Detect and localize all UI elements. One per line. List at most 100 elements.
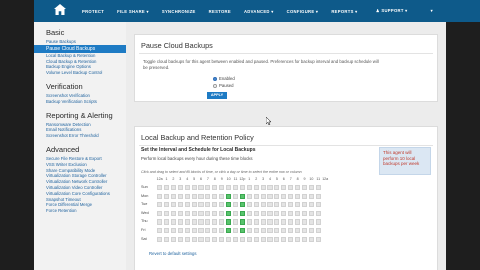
schedule-cell[interactable] [315,219,321,225]
schedule-cell[interactable] [198,236,204,242]
schedule-cell[interactable] [191,236,197,242]
radio-enabled-indicator[interactable] [213,76,217,81]
schedule-cell[interactable] [157,210,163,216]
schedule-cell[interactable] [267,193,273,199]
day-label[interactable]: Mon [141,194,157,198]
day-label[interactable]: Sat [141,237,157,241]
schedule-cell[interactable] [205,202,211,208]
schedule-cell[interactable] [184,193,190,199]
schedule-cell[interactable] [308,210,314,216]
schedule-cell[interactable] [295,228,301,234]
schedule-cell[interactable] [315,185,321,191]
nav-file-share[interactable]: FILE SHARE ▾ [117,9,149,14]
schedule-cell[interactable] [267,228,273,234]
day-label[interactable]: Tue [141,202,157,206]
schedule-cell[interactable] [226,236,232,242]
schedule-cell[interactable] [295,219,301,225]
schedule-cell[interactable] [274,202,280,208]
schedule-cell[interactable] [212,185,218,191]
sidebar-item-screenshot-error-threshold[interactable]: Screenshot Error Threshold [34,133,126,139]
schedule-cell[interactable] [288,202,294,208]
schedule-cell[interactable] [253,193,259,199]
schedule-cell[interactable] [239,193,245,199]
schedule-cell[interactable] [260,185,266,191]
nav-restore[interactable]: RESTORE [209,9,231,14]
day-label[interactable]: Thu [141,219,157,223]
schedule-cell[interactable] [177,236,183,242]
schedule-cell[interactable] [274,228,280,234]
schedule-cell[interactable] [308,219,314,225]
schedule-cell[interactable] [232,219,239,225]
schedule-cell[interactable] [212,193,218,199]
schedule-cell[interactable] [301,236,308,242]
schedule-cell[interactable] [170,193,176,199]
schedule-cell[interactable] [226,219,232,225]
schedule-cell[interactable] [281,210,287,216]
schedule-cell[interactable] [239,228,245,234]
schedule-cell[interactable] [232,202,239,208]
schedule-cell[interactable] [157,193,163,199]
schedule-cell[interactable] [288,210,294,216]
schedule-cell[interactable] [163,185,170,191]
schedule-cell[interactable] [295,236,301,242]
schedule-cell[interactable] [267,202,273,208]
nav-advanced[interactable]: ADVANCED ▾ [244,9,274,14]
schedule-cell[interactable] [253,236,259,242]
schedule-cell[interactable] [274,236,280,242]
nav-configure[interactable]: CONFIGURE ▾ [287,9,319,14]
schedule-cell[interactable] [177,210,183,216]
schedule-cell[interactable] [198,210,204,216]
schedule-cell[interactable] [253,228,259,234]
schedule-cell[interactable] [157,202,163,208]
schedule-cell[interactable] [219,236,225,242]
schedule-cell[interactable] [170,185,176,191]
schedule-cell[interactable] [205,236,211,242]
schedule-cell[interactable] [301,193,308,199]
schedule-cell[interactable] [157,219,163,225]
schedule-cell[interactable] [260,193,266,199]
schedule-cell[interactable] [246,236,252,242]
schedule-cell[interactable] [260,219,266,225]
schedule-cell[interactable] [315,236,321,242]
nav-menu-chevron[interactable]: ▾ [431,8,433,13]
schedule-cell[interactable] [219,219,225,225]
schedule-cell[interactable] [288,236,294,242]
schedule-cell[interactable] [232,228,239,234]
schedule-cell[interactable] [267,236,273,242]
schedule-cell[interactable] [177,202,183,208]
schedule-cell[interactable] [219,193,225,199]
schedule-cell[interactable] [295,210,301,216]
schedule-cell[interactable] [198,228,204,234]
schedule-cell[interactable] [191,210,197,216]
schedule-cell[interactable] [219,185,225,191]
schedule-cell[interactable] [232,210,239,216]
schedule-cell[interactable] [246,219,252,225]
schedule-cell[interactable] [191,228,197,234]
day-label[interactable]: Wed [141,211,157,215]
schedule-cell[interactable] [246,185,252,191]
schedule-cell[interactable] [295,202,301,208]
schedule-cell[interactable] [253,185,259,191]
schedule-cell[interactable] [212,202,218,208]
schedule-cell[interactable] [219,202,225,208]
schedule-cell[interactable] [163,210,170,216]
schedule-cell[interactable] [301,202,308,208]
schedule-cell[interactable] [170,219,176,225]
schedule-cell[interactable] [308,236,314,242]
schedule-cell[interactable] [281,236,287,242]
schedule-cell[interactable] [281,219,287,225]
schedule-grid[interactable]: 12a 1 2 3 4 5 6 7 8 9 10 11 12p 1 2 3 4 5 6 7 8 9 10 11 12a Sun Mo… [141,177,361,247]
schedule-cell[interactable] [239,236,245,242]
schedule-cell[interactable] [260,228,266,234]
schedule-cell[interactable] [198,193,204,199]
schedule-cell[interactable] [301,219,308,225]
sidebar-item-volume-level-backup-control[interactable]: Volume Level Backup Control [34,70,126,76]
schedule-cell[interactable] [157,185,163,191]
schedule-cell[interactable] [267,219,273,225]
revert-defaults-link[interactable]: Revert to default settings [149,251,197,256]
schedule-cell[interactable] [274,210,280,216]
schedule-cell[interactable] [301,185,308,191]
schedule-cell[interactable] [198,202,204,208]
schedule-cell[interactable] [177,228,183,234]
schedule-cell[interactable] [315,210,321,216]
